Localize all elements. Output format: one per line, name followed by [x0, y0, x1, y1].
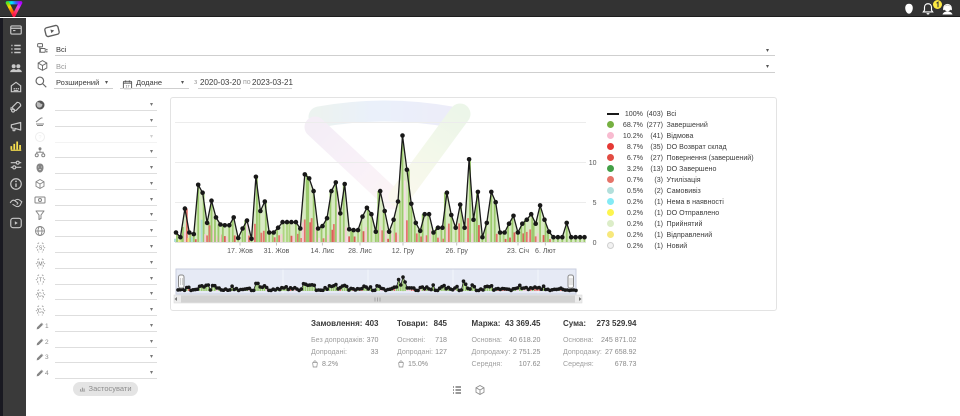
- svg-text:?: ?: [38, 135, 41, 141]
- svg-text:C1: C1: [38, 293, 44, 299]
- svg-text:M: M: [38, 261, 42, 267]
- svg-text:T: T: [39, 277, 42, 283]
- svg-text:C2: C2: [38, 308, 44, 314]
- svg-text:S: S: [39, 245, 43, 251]
